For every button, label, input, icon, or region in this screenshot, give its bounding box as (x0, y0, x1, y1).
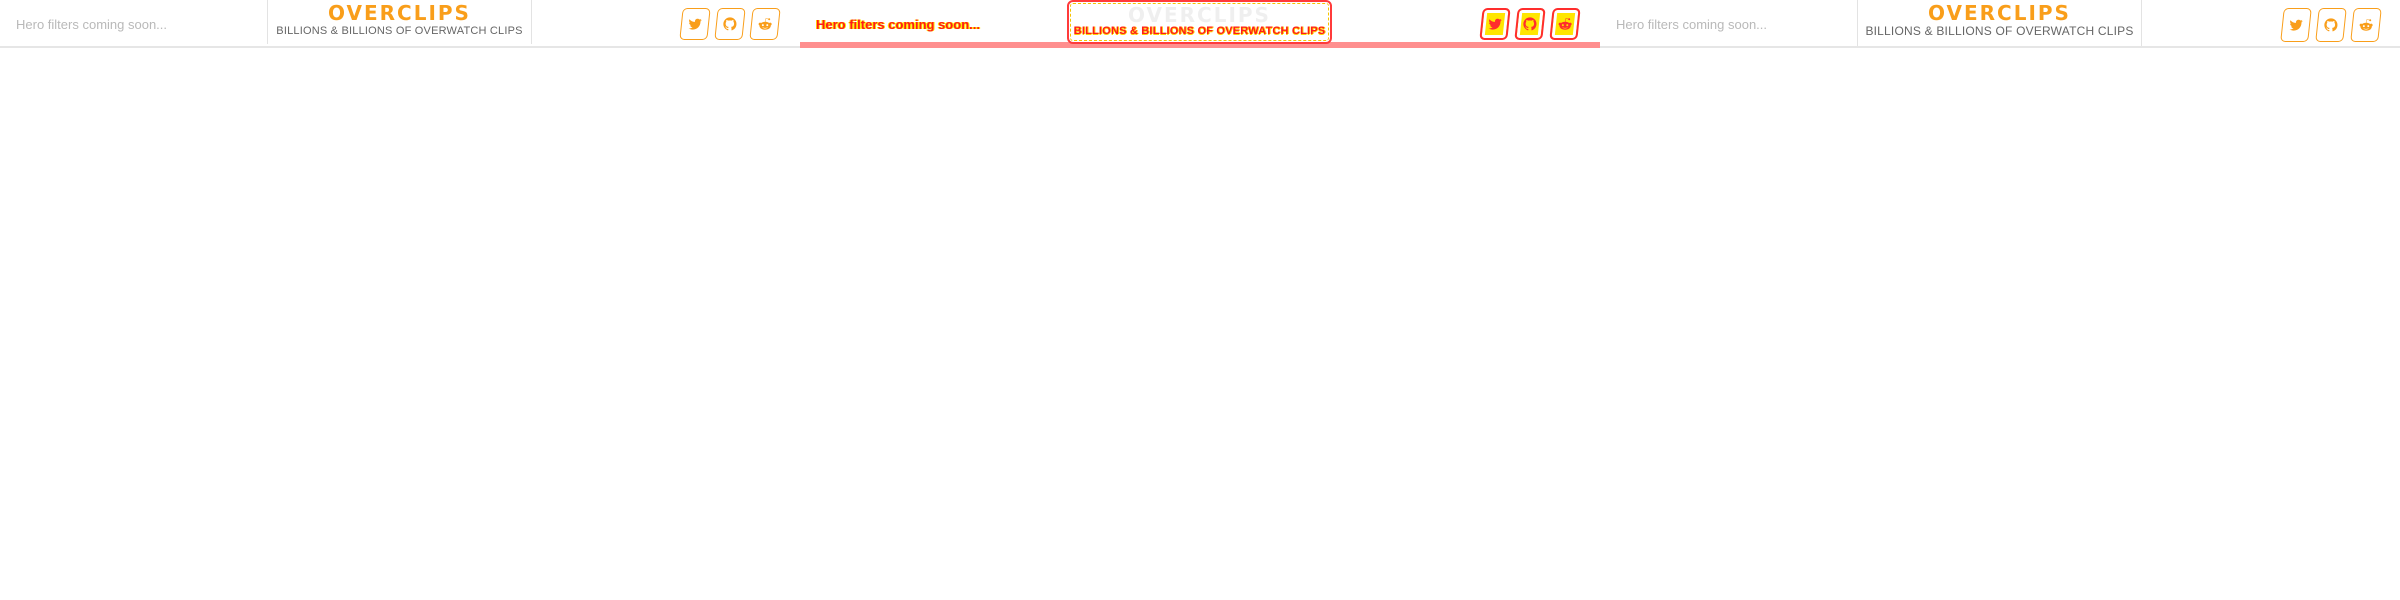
social-links (2280, 8, 2382, 42)
twitter-icon (2289, 19, 2303, 31)
tagline: BILLIONS & BILLIONS OF OVERWATCH CLIPS (276, 25, 523, 37)
reddit-link[interactable] (749, 8, 781, 40)
reddit-icon (2359, 19, 2373, 31)
tagline: BILLIONS & BILLIONS OF OVERWATCH CLIPS (1865, 24, 2134, 38)
github-icon (723, 17, 737, 31)
logo: OVERCLIPS (1128, 3, 1271, 27)
twitter-icon (1488, 18, 1502, 30)
brand[interactable]: OVERCLIPS BILLIONS & BILLIONS OF OVERWAT… (1857, 0, 2142, 46)
social-links (1479, 8, 1581, 40)
twitter-link[interactable] (679, 8, 711, 40)
twitter-link[interactable] (2280, 8, 2312, 42)
reddit-link[interactable] (1549, 8, 1581, 40)
navbar-debug: OVERCLIPS BILLIONS & BILLIONS OF OVERWAT… (800, 0, 1600, 48)
github-icon (2324, 18, 2338, 32)
tagline: BILLIONS & BILLIONS OF OVERWATCH CLIPS (1073, 25, 1326, 37)
logo: OVERCLIPS (1928, 1, 2071, 25)
logo: OVERCLIPS (328, 1, 471, 25)
navbar: OVERCLIPS BILLIONS & BILLIONS OF OVERWAT… (0, 0, 800, 48)
brand[interactable]: OVERCLIPS BILLIONS & BILLIONS OF OVERWAT… (267, 0, 532, 44)
navbar: OVERCLIPS BILLIONS & BILLIONS OF OVERWAT… (1600, 0, 2400, 48)
reddit-link[interactable] (2350, 8, 2382, 42)
hero-filter-input[interactable] (1616, 14, 1856, 34)
hero-filter-input[interactable] (16, 14, 256, 34)
reddit-icon (758, 18, 772, 30)
github-icon (1523, 17, 1537, 31)
github-link[interactable] (1514, 8, 1546, 40)
brand[interactable]: OVERCLIPS BILLIONS & BILLIONS OF OVERWAT… (1067, 0, 1332, 44)
reddit-icon (1558, 18, 1572, 30)
hero-filter-input[interactable] (816, 14, 1056, 34)
github-link[interactable] (2315, 8, 2347, 42)
github-link[interactable] (714, 8, 746, 40)
social-links (679, 8, 781, 40)
twitter-icon (688, 18, 702, 30)
twitter-link[interactable] (1479, 8, 1511, 40)
